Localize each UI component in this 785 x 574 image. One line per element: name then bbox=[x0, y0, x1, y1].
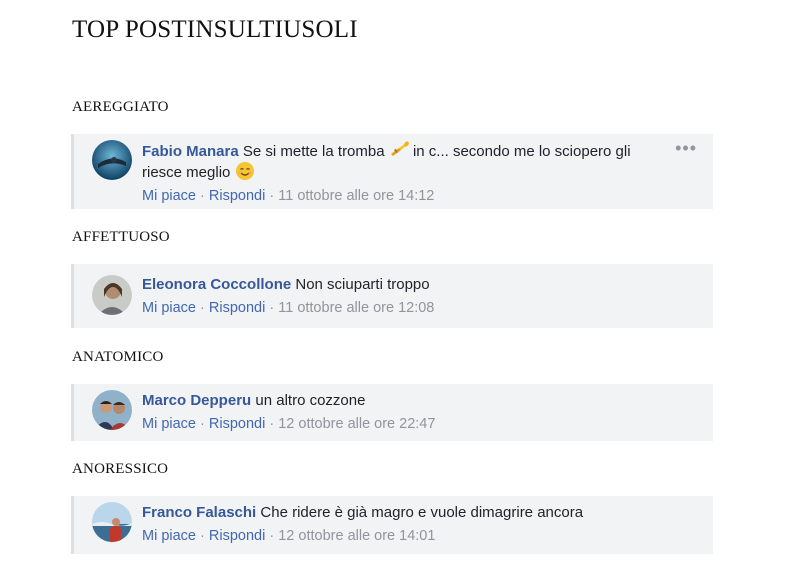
comment-timestamp[interactable]: 11 ottobre alle ore 14:12 bbox=[278, 188, 434, 204]
avatar[interactable] bbox=[92, 390, 132, 430]
comment-box: Fabio Manara Se si mette la tromba in c.… bbox=[71, 134, 713, 209]
comment-text: un altro cozzone bbox=[255, 392, 366, 409]
comment-box: Eleonora Coccollone Non sciuparti troppo… bbox=[71, 264, 713, 328]
more-options-icon[interactable]: ••• bbox=[675, 138, 697, 159]
avatar[interactable] bbox=[92, 275, 132, 315]
comment-actions: Mi piace · Rispondi · 11 ottobre alle or… bbox=[142, 188, 434, 204]
comment-actions: Mi piace · Rispondi · 12 ottobre alle or… bbox=[142, 416, 435, 432]
reply-link[interactable]: Rispondi bbox=[209, 528, 265, 544]
comment-text: Non sciuparti troppo bbox=[295, 276, 430, 293]
comment-author[interactable]: Franco Falaschi bbox=[142, 504, 256, 521]
comment-timestamp[interactable]: 12 ottobre alle ore 14:01 bbox=[278, 528, 435, 544]
comment-author[interactable]: Fabio Manara bbox=[142, 143, 239, 160]
trumpet-icon bbox=[390, 141, 409, 156]
section-label: AFFETTUOSO bbox=[72, 229, 170, 245]
comment-text-line: Eleonora Coccollone Non sciuparti troppo bbox=[142, 274, 430, 296]
comment-text-continued: in c... secondo me lo sciopero gli bbox=[412, 143, 631, 160]
avatar[interactable] bbox=[92, 502, 132, 542]
comment-text: Se si mette la tromba bbox=[242, 143, 385, 160]
comment-author[interactable]: Marco Depperu bbox=[142, 392, 251, 409]
section-label: ANATOMICO bbox=[72, 349, 164, 365]
separator: · bbox=[200, 416, 205, 432]
comment-actions: Mi piace · Rispondi · 12 ottobre alle or… bbox=[142, 528, 435, 544]
comment-author[interactable]: Eleonora Coccollone bbox=[142, 276, 291, 293]
comment-actions: Mi piace · Rispondi · 11 ottobre alle or… bbox=[142, 300, 434, 316]
avatar-image bbox=[92, 390, 132, 430]
comment-text-line: Fabio Manara Se si mette la tromba in c.… bbox=[142, 140, 631, 163]
page-title: TOP POSTINSULTIUSOLI bbox=[72, 16, 358, 43]
like-link[interactable]: Mi piace bbox=[142, 528, 196, 544]
avatar-image bbox=[92, 140, 132, 180]
reply-link[interactable]: Rispondi bbox=[209, 300, 265, 316]
avatar[interactable] bbox=[92, 140, 132, 180]
comment-box: Franco Falaschi Che ridere è già magro e… bbox=[71, 496, 713, 554]
comment-text-line: Marco Depperu un altro cozzone bbox=[142, 390, 365, 412]
section-label: AEREGGIATO bbox=[72, 99, 169, 115]
like-link[interactable]: Mi piace bbox=[142, 416, 196, 432]
comment-timestamp[interactable]: 11 ottobre alle ore 12:08 bbox=[278, 300, 434, 316]
separator: · bbox=[200, 188, 205, 204]
comment-box: Marco Depperu un altro cozzone Mi piace … bbox=[71, 384, 713, 441]
avatar-image bbox=[92, 275, 132, 315]
separator: · bbox=[269, 528, 275, 544]
separator: · bbox=[200, 300, 205, 316]
section-label: ANORESSICO bbox=[72, 461, 169, 477]
comment-text-line-2: riesce meglio bbox=[142, 161, 255, 184]
comment-timestamp[interactable]: 12 ottobre alle ore 22:47 bbox=[278, 416, 435, 432]
reply-link[interactable]: Rispondi bbox=[209, 416, 265, 432]
comment-text: Che ridere è già magro e vuole dimagrire… bbox=[260, 504, 584, 521]
separator: · bbox=[269, 300, 275, 316]
like-link[interactable]: Mi piace bbox=[142, 300, 196, 316]
separator: · bbox=[200, 528, 205, 544]
smiling-face-icon bbox=[235, 162, 254, 180]
separator: · bbox=[269, 416, 275, 432]
comment-text-line: Franco Falaschi Che ridere è già magro e… bbox=[142, 502, 583, 524]
like-link[interactable]: Mi piace bbox=[142, 188, 196, 204]
comment-text-wrapped: riesce meglio bbox=[142, 164, 231, 181]
reply-link[interactable]: Rispondi bbox=[209, 188, 265, 204]
avatar-image bbox=[92, 502, 132, 542]
separator: · bbox=[269, 188, 275, 204]
